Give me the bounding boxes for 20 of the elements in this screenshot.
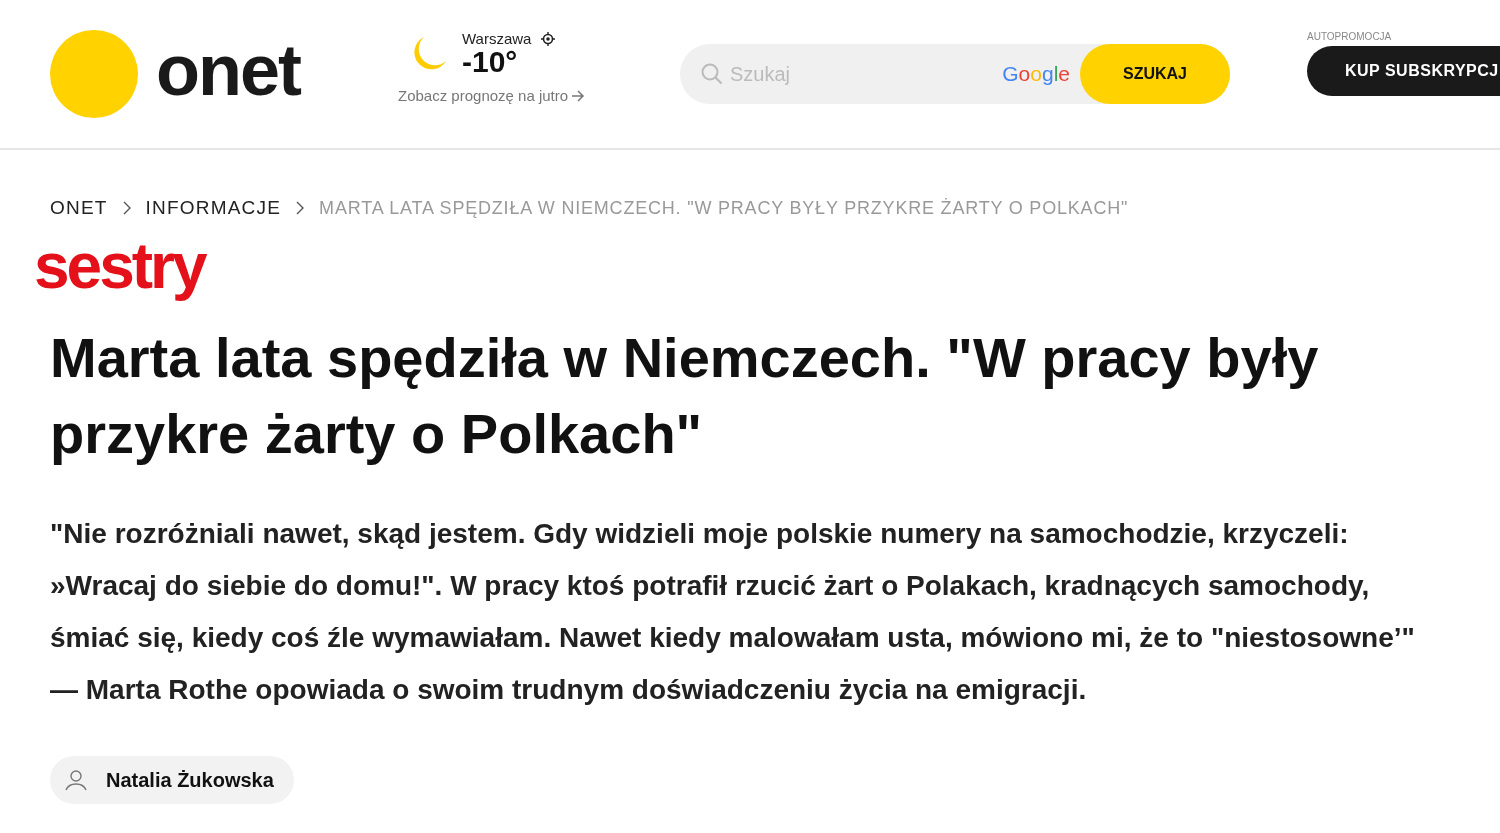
search-icon bbox=[700, 62, 724, 86]
breadcrumb-link[interactable]: ONET bbox=[50, 197, 108, 219]
person-icon bbox=[64, 768, 88, 792]
logo-circle-icon bbox=[50, 30, 138, 118]
search-button[interactable]: SZUKAJ bbox=[1080, 44, 1230, 104]
chevron-icon bbox=[295, 200, 306, 216]
temperature: -10° bbox=[462, 47, 519, 77]
breadcrumb-link[interactable]: INFORMACJE bbox=[145, 197, 282, 219]
forecast-link[interactable]: Zobacz prognozę na jutro bbox=[398, 87, 680, 104]
site-logo[interactable]: onet bbox=[156, 34, 300, 106]
chevron-icon bbox=[121, 200, 132, 216]
subscribe-button[interactable]: KUP SUBSKRYPCJ bbox=[1307, 46, 1500, 96]
arrow-icon bbox=[571, 89, 586, 102]
article-title: Marta lata spędziła w Niemczech. "W pracy były przykre żarty o Polkach" bbox=[50, 325, 1320, 467]
city-name: Warszawa bbox=[462, 30, 532, 47]
location-icon[interactable] bbox=[541, 31, 556, 46]
author-chip[interactable]: Natalia Żukowska bbox=[50, 756, 294, 804]
promo-label: AUTOPROMOCJA bbox=[1307, 31, 1393, 42]
article-lead: "Nie rozróżniali nawet, skąd jestem. Gdy widzieli moje polskie numery na samochodzie, krzyczeli: »Wracaj do siebie do domu!". W pracy ktoś potrafił rzucić żart o Polakach, kradnących samochody, śmiać się, kiedy coś źle wymawiałam. Nawet kiedy malowałam usta, mówiono mi, że to "niestosowne’" — Marta Rothe opowiada o swoim trudnym doświadczeniu życia na emigracji. bbox=[50, 517, 1416, 707]
google-logo: Google bbox=[1002, 62, 1070, 86]
